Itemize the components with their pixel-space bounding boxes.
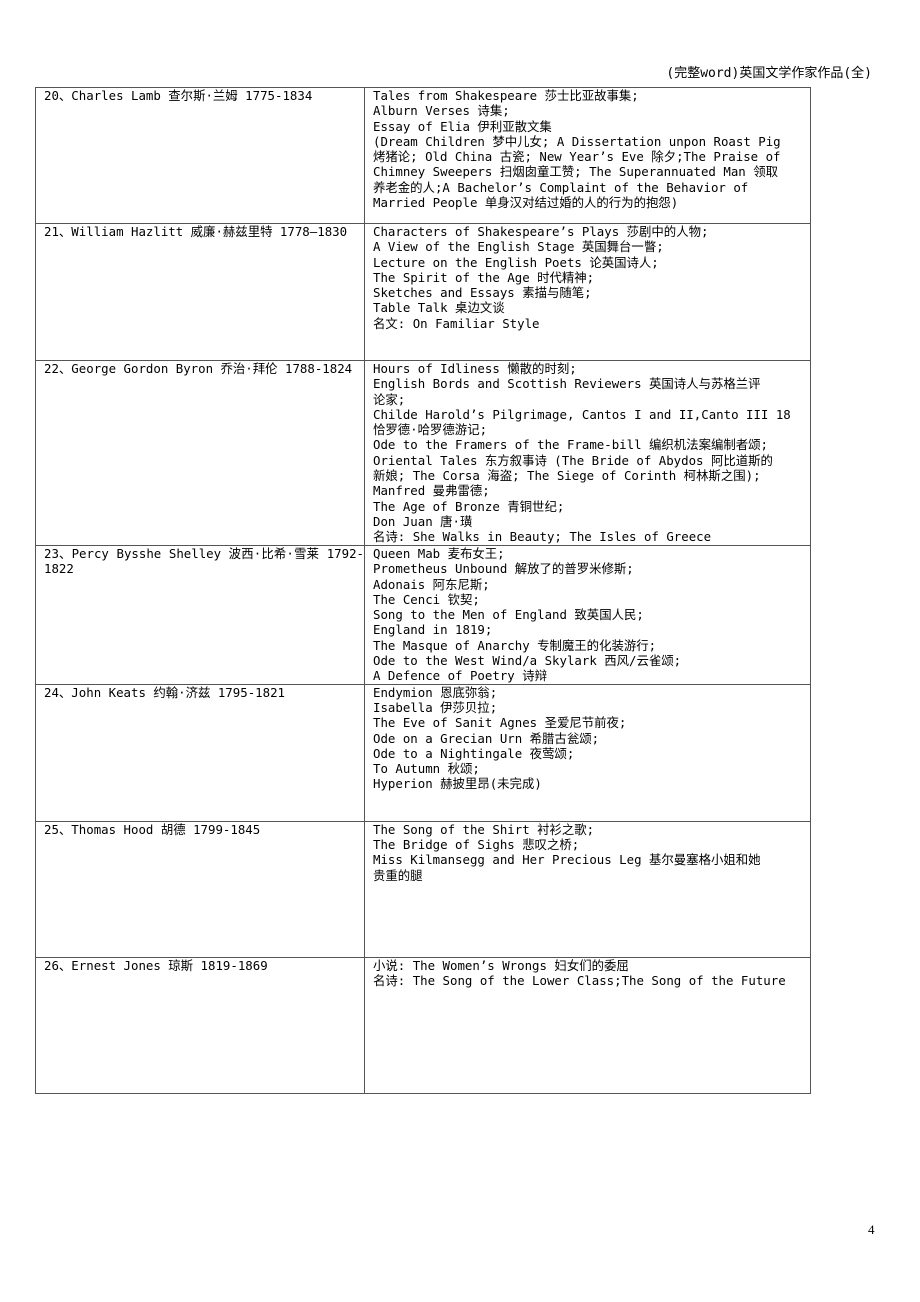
work-line: 名诗: The Song of the Lower Class;The Song… xyxy=(373,972,786,988)
work-line: Ode to a Nightingale 夜莺颂; xyxy=(373,745,575,761)
author-cell: 23、Percy Bysshe Shelley 波西·比希·雪莱 1792-18… xyxy=(35,545,365,685)
work-line: The Spirit of the Age 时代精神; xyxy=(373,269,595,285)
table-row: 20、Charles Lamb 查尔斯·兰姆 1775-1834 Tales f… xyxy=(35,87,811,224)
work-line: Isabella 伊莎贝拉; xyxy=(373,699,498,715)
work-line: Married People 单身汉对结过婚的人的行为的抱怨) xyxy=(373,195,679,211)
work-line: Ode on a Grecian Urn 希腊古瓮颂; xyxy=(373,730,600,746)
work-line: Hyperion 赫披里昂(未完成) xyxy=(373,776,542,792)
authors-works-table: 20、Charles Lamb 查尔斯·兰姆 1775-1834 Tales f… xyxy=(35,87,811,1094)
work-line: Miss Kilmansegg and Her Precious Leg 基尔曼… xyxy=(373,852,761,868)
works-cell: Queen Mab 麦布女王; Prometheus Unbound 解放了的普罗… xyxy=(364,545,811,685)
works-cell: 小说: The Women’s Wrongs 妇女们的委屈 名诗: The Son… xyxy=(364,956,811,1094)
work-line: Hours of Idliness 懒散的时刻; xyxy=(373,361,577,377)
works-cell: Tales from Shakespeare 莎士比亚故事集; Alburn Ve… xyxy=(364,87,811,224)
work-line: Ode to the Framers of the Frame-bill 编织机… xyxy=(373,437,768,453)
work-line: A View of the English Stage 英国舞台一瞥; xyxy=(373,239,664,255)
table-row: 25、Thomas Hood 胡德 1799-1845 The Song of … xyxy=(35,820,811,958)
work-line: 烤猪论; Old China 古瓷; New Year’s Eve 除夕;The… xyxy=(373,149,781,165)
work-line: English Bords and Scottish Reviewers 英国诗… xyxy=(373,376,761,392)
work-line: A Defence of Poetry 诗辩 xyxy=(373,668,547,684)
author-cell: 25、Thomas Hood 胡德 1799-1845 xyxy=(35,820,365,958)
works-cell: Characters of Shakespeare’s Plays 莎剧中的人物… xyxy=(364,223,811,361)
work-line: 名文: On Familiar Style xyxy=(373,315,540,331)
author-cell: 26、Ernest Jones 琼斯 1819-1869 xyxy=(35,956,365,1094)
work-line: The Song of the Shirt 衬衫之歌; xyxy=(373,821,595,837)
table-row: 23、Percy Bysshe Shelley 波西·比希·雪莱 1792-18… xyxy=(35,545,811,685)
work-line: Sketches and Essays 素描与随笔; xyxy=(373,285,592,301)
author-cell: 24、John Keats 约翰·济兹 1795-1821 xyxy=(35,683,365,822)
work-line: Table Talk 桌边文谈 xyxy=(373,300,505,316)
work-line: Essay of Elia 伊利亚散文集 xyxy=(373,118,552,134)
author-cell: 22、George Gordon Byron 乔治·拜伦 1788-1824 xyxy=(35,360,365,546)
work-line: Tales from Shakespeare 莎士比亚故事集; xyxy=(373,88,639,104)
work-line: Endymion 恩底弥翁; xyxy=(373,684,498,700)
work-line: 名诗: She Walks in Beauty; The Isles of Gr… xyxy=(373,529,712,545)
author-cell: 20、Charles Lamb 查尔斯·兰姆 1775-1834 xyxy=(35,87,365,224)
table-row: 24、John Keats 约翰·济兹 1795-1821 Endymion 恩… xyxy=(35,683,811,822)
work-line: Don Juan 唐·璜 xyxy=(373,513,473,529)
works-cell: Hours of Idliness 懒散的时刻; English Bords an… xyxy=(364,360,811,546)
page-number: 4 xyxy=(868,1222,875,1237)
work-line: (Dream Children 梦中儿女; A Dissertation unp… xyxy=(373,133,781,149)
work-line: Childe Harold’s Pilgrimage, Cantos I and… xyxy=(373,406,791,422)
work-line: 论家; xyxy=(373,391,406,407)
work-line: The Cenci 钦契; xyxy=(373,591,480,607)
work-line: 新娘; The Corsa 海盗; The Siege of Corinth 柯… xyxy=(373,468,761,484)
document-header-title: (完整word)英国文学作家作品(全) xyxy=(666,66,872,81)
table-row: 22、George Gordon Byron 乔治·拜伦 1788-1824 H… xyxy=(35,360,811,546)
author-cell: 21、William Hazlitt 威廉·赫兹里特 1778—1830 xyxy=(35,223,365,361)
work-line: The Age of Bronze 青铜世纪; xyxy=(373,498,565,514)
work-line: Queen Mab 麦布女王; xyxy=(373,546,505,561)
work-line: Ode to the West Wind/a Skylark 西风/云雀颂; xyxy=(373,653,682,669)
work-line: The Bridge of Sighs 悲叹之桥; xyxy=(373,836,580,852)
table-row: 21、William Hazlitt 威廉·赫兹里特 1778—1830 Cha… xyxy=(35,223,811,361)
work-line: 贵重的腿 xyxy=(373,867,423,883)
table-row: 26、Ernest Jones 琼斯 1819-1869 小说: The Wom… xyxy=(35,956,811,1094)
work-line: 养老金的人;A Bachelor’s Complaint of the Beha… xyxy=(373,179,749,195)
work-line: England in 1819; xyxy=(373,622,493,638)
work-line: 恰罗德·哈罗德游记; xyxy=(373,422,488,438)
work-line: Lecture on the English Poets 论英国诗人; xyxy=(373,254,659,270)
work-line: The Eve of Sanit Agnes 圣爱尼节前夜; xyxy=(373,715,627,731)
work-line: Adonais 阿东尼斯; xyxy=(373,576,490,592)
works-cell: The Song of the Shirt 衬衫之歌; The Bridge of… xyxy=(364,820,811,958)
work-line: Alburn Verses 诗集; xyxy=(373,103,510,119)
work-line: To Autumn 秋颂; xyxy=(373,761,480,777)
work-line: Characters of Shakespeare’s Plays 莎剧中的人物… xyxy=(373,224,709,240)
work-line: Chimney Sweepers 扫烟囱童工赞; The Superannuat… xyxy=(373,164,778,180)
work-line: Oriental Tales 东方叙事诗 (The Bride of Abydo… xyxy=(373,452,773,468)
work-line: The Masque of Anarchy 专制魔王的化装游行; xyxy=(373,637,657,653)
work-line: 小说: The Women’s Wrongs 妇女们的委屈 xyxy=(373,957,629,973)
works-cell: Endymion 恩底弥翁; Isabella 伊莎贝拉; The Eve of S… xyxy=(364,683,811,822)
work-line: Song to the Men of England 致英国人民; xyxy=(373,607,644,623)
work-line: Manfred 曼弗雷德; xyxy=(373,483,490,499)
work-line: Prometheus Unbound 解放了的普罗米修斯; xyxy=(373,561,634,577)
table-body: 20、Charles Lamb 查尔斯·兰姆 1775-1834 Tales f… xyxy=(35,87,811,1094)
